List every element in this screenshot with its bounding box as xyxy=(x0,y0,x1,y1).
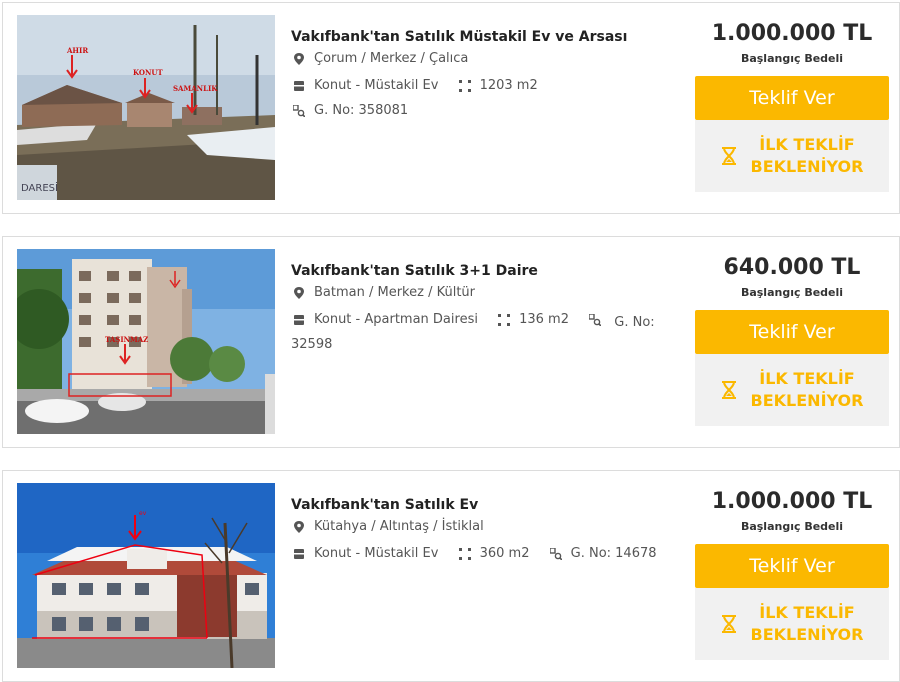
photo-label-samanlik: SAMANLIK xyxy=(173,84,218,93)
price-panel: 1.000.000 TL Başlangıç Bedeli Teklif Ver… xyxy=(695,19,889,192)
starting-price: 1.000.000 TL xyxy=(711,489,873,514)
listing-location: Çorum / Merkez / Çalıca xyxy=(291,50,681,68)
listing-photo[interactable]: TAŞINMAZ xyxy=(17,249,275,434)
listing-title[interactable]: Vakıfbank'tan Satılık Ev xyxy=(291,495,681,515)
property-area: 136 m2 xyxy=(496,309,569,331)
starting-price: 1.000.000 TL xyxy=(711,21,873,46)
map-pin-icon xyxy=(294,53,304,65)
awaiting-first-bid-status: İLK TEKLİF BEKLENİYOR xyxy=(695,588,889,660)
gno-text: G. No: 358081 xyxy=(314,103,409,118)
price-panel: 640.000 TL Başlangıç Bedeli Teklif Ver İ… xyxy=(695,253,889,426)
house-field-photo: AHIR KONUT SAMANLIK DARESİ xyxy=(17,15,275,200)
map-pin-icon xyxy=(294,521,304,533)
property-type: Konut - Müstakil Ev xyxy=(291,75,438,97)
property-type: Konut - Apartman Dairesi xyxy=(291,309,478,331)
area-dots-icon xyxy=(458,548,471,560)
parcel-icon xyxy=(549,548,562,560)
parcel-icon xyxy=(293,105,305,117)
awaiting-first-bid-status: İLK TEKLİF BEKLENİYOR xyxy=(695,120,889,192)
status-line-2: BEKLENİYOR xyxy=(750,625,864,644)
make-offer-button[interactable]: Teklif Ver xyxy=(695,310,889,354)
property-area: 360 m2 xyxy=(457,543,530,565)
location-text: Batman / Merkez / Kültür xyxy=(314,285,475,300)
listing-photo[interactable]: ev xyxy=(17,483,275,668)
status-line-1: İLK TEKLİF xyxy=(759,603,855,622)
type-text: Konut - Müstakil Ev xyxy=(314,546,439,561)
photo-label-tasinmaz: TAŞINMAZ xyxy=(105,335,148,344)
photo-label-ev: ev xyxy=(139,510,147,517)
listing-card[interactable]: TAŞINMAZ Vakıfbank'tan Satılık 3+1 Daire… xyxy=(2,236,900,448)
area-text: 136 m2 xyxy=(519,312,569,327)
photo-label-sign: DARESİ xyxy=(21,181,58,194)
building-icon xyxy=(294,81,304,91)
property-area: 1203 m2 xyxy=(457,75,538,97)
listing-title[interactable]: Vakıfbank'tan Satılık 3+1 Daire xyxy=(291,261,681,281)
starting-price-label: Başlangıç Bedeli xyxy=(740,52,844,65)
area-dots-icon xyxy=(498,314,511,326)
listing-photo[interactable]: AHIR KONUT SAMANLIK DARESİ xyxy=(17,15,275,200)
building-icon xyxy=(294,549,304,559)
building-icon xyxy=(294,315,304,325)
parcel-icon xyxy=(589,314,602,326)
apartment-photo: TAŞINMAZ xyxy=(17,249,275,434)
location-text: Kütahya / Altıntaş / İstiklal xyxy=(314,519,484,534)
area-text: 360 m2 xyxy=(479,546,530,561)
property-gno: G. No: 14678 xyxy=(548,543,657,565)
status-line-2: BEKLENİYOR xyxy=(750,157,864,176)
listing-meta: Konut - Apartman Dairesi 136 m2 G. No: 3… xyxy=(291,309,681,356)
map-pin-icon xyxy=(294,287,304,299)
area-dots-icon xyxy=(458,80,471,92)
hourglass-icon xyxy=(721,615,736,633)
starting-price: 640.000 TL xyxy=(723,255,861,280)
starting-price-label: Başlangıç Bedeli xyxy=(740,286,844,299)
make-offer-button[interactable]: Teklif Ver xyxy=(695,76,889,120)
hourglass-icon xyxy=(721,381,736,399)
gno-text: G. No: 14678 xyxy=(570,546,657,561)
hourglass-icon xyxy=(721,147,736,165)
listing-location: Batman / Merkez / Kültür xyxy=(291,284,681,302)
starting-price-label: Başlangıç Bedeli xyxy=(740,520,844,533)
listing-card[interactable]: ev Vakıfbank'tan Satılık Ev Kütahya / Al… xyxy=(2,470,900,682)
listing-card[interactable]: AHIR KONUT SAMANLIK DARESİ Vakıfbank'tan… xyxy=(2,2,900,214)
area-text: 1203 m2 xyxy=(479,78,538,93)
listing-title[interactable]: Vakıfbank'tan Satılık Müstakil Ev ve Ars… xyxy=(291,27,681,47)
property-gno: G. No: 358081 xyxy=(291,100,408,122)
status-line-1: İLK TEKLİF xyxy=(759,369,855,388)
type-text: Konut - Müstakil Ev xyxy=(314,78,439,93)
listing-location: Kütahya / Altıntaş / İstiklal xyxy=(291,518,681,536)
listing-meta: Konut - Müstakil Ev 1203 m2 G. No: 35808… xyxy=(291,75,681,125)
listing-meta: Konut - Müstakil Ev 360 m2 G. No: 14678 xyxy=(291,543,681,568)
price-panel: 1.000.000 TL Başlangıç Bedeli Teklif Ver… xyxy=(695,487,889,660)
location-text: Çorum / Merkez / Çalıca xyxy=(314,51,469,66)
status-line-1: İLK TEKLİF xyxy=(759,135,855,154)
status-line-2: BEKLENİYOR xyxy=(750,391,864,410)
awaiting-first-bid-status: İLK TEKLİF BEKLENİYOR xyxy=(695,354,889,426)
photo-label-konut: KONUT xyxy=(133,68,163,77)
make-offer-button[interactable]: Teklif Ver xyxy=(695,544,889,588)
property-type: Konut - Müstakil Ev xyxy=(291,543,438,565)
type-text: Konut - Apartman Dairesi xyxy=(314,312,478,327)
detached-house-photo: ev xyxy=(17,483,275,668)
photo-label-ahir: AHIR xyxy=(66,46,88,55)
